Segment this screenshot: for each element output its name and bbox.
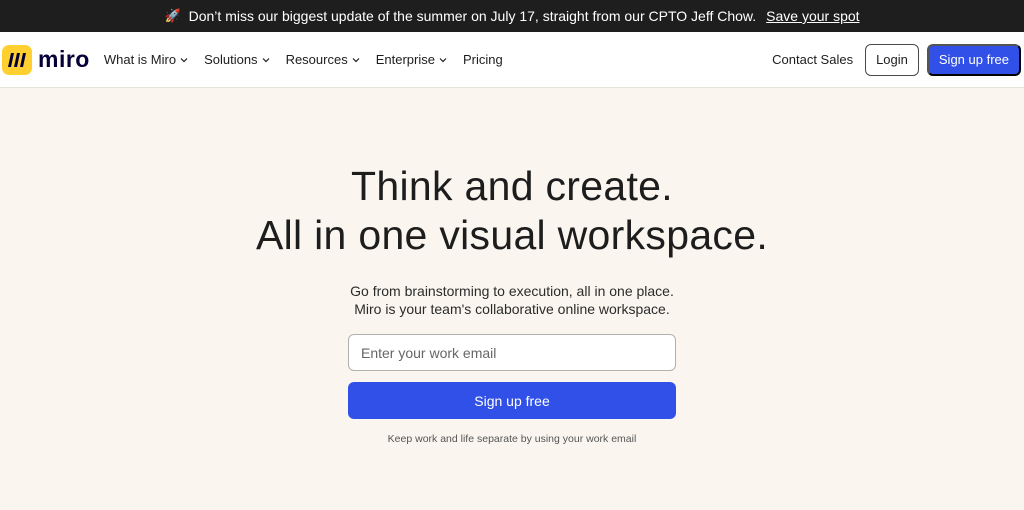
hero-section: Think and create. All in one visual work…	[0, 88, 1024, 445]
hero-title: Think and create. All in one visual work…	[0, 162, 1024, 260]
chevron-down-icon	[439, 57, 447, 62]
miro-logo-icon	[2, 44, 32, 75]
hero-subtitle: Go from brainstorming to execution, all …	[0, 282, 1024, 318]
rocket-icon: 🚀	[164, 8, 181, 23]
banner-text: Don’t miss our biggest update of the sum…	[188, 8, 757, 24]
save-your-spot-link[interactable]: Save your spot	[766, 8, 859, 24]
nav-item-resources[interactable]: Resources	[286, 52, 360, 67]
hero-subtitle-line1: Go from brainstorming to execution, all …	[350, 283, 674, 299]
miro-logo[interactable]: miro	[2, 44, 90, 75]
signup-button-header[interactable]: Sign up free	[926, 43, 1021, 76]
work-email-input[interactable]	[348, 334, 676, 371]
nav-actions: Contact Sales Login Sign up free	[772, 43, 1021, 76]
logo-text: miro	[38, 46, 90, 72]
signup-form: Sign up free	[348, 334, 676, 419]
nav-item-label: Enterprise	[375, 52, 435, 67]
nav-item-label: Pricing	[462, 52, 503, 67]
contact-sales-link[interactable]: Contact Sales	[772, 52, 853, 67]
nav-item-label: Solutions	[204, 52, 258, 67]
nav-item-what-is-miro[interactable]: What is Miro	[104, 52, 188, 67]
nav-links: What is Miro Solutions Resources Enterpr…	[104, 52, 503, 67]
chevron-down-icon	[180, 57, 188, 62]
nav-item-pricing[interactable]: Pricing	[463, 52, 503, 67]
signup-button-main[interactable]: Sign up free	[348, 382, 676, 419]
announcement-banner: 🚀 Don’t miss our biggest update of the s…	[0, 0, 1024, 32]
chevron-down-icon	[262, 57, 269, 62]
nav-item-label: What is Miro	[103, 52, 177, 67]
hero-subtitle-line2: Miro is your team's collaborative online…	[354, 301, 670, 317]
top-nav: miro What is Miro Solutions Resources En…	[0, 32, 1024, 88]
hero-title-line1: Think and create.	[351, 163, 673, 209]
hero-title-line2: All in one visual workspace.	[255, 212, 769, 258]
nav-item-label: Resources	[285, 52, 348, 67]
nav-item-enterprise[interactable]: Enterprise	[376, 52, 447, 67]
nav-item-solutions[interactable]: Solutions	[204, 52, 269, 67]
work-email-note: Keep work and life separate by using you…	[387, 433, 637, 445]
login-button[interactable]: Login	[865, 43, 919, 76]
chevron-down-icon	[352, 57, 360, 62]
